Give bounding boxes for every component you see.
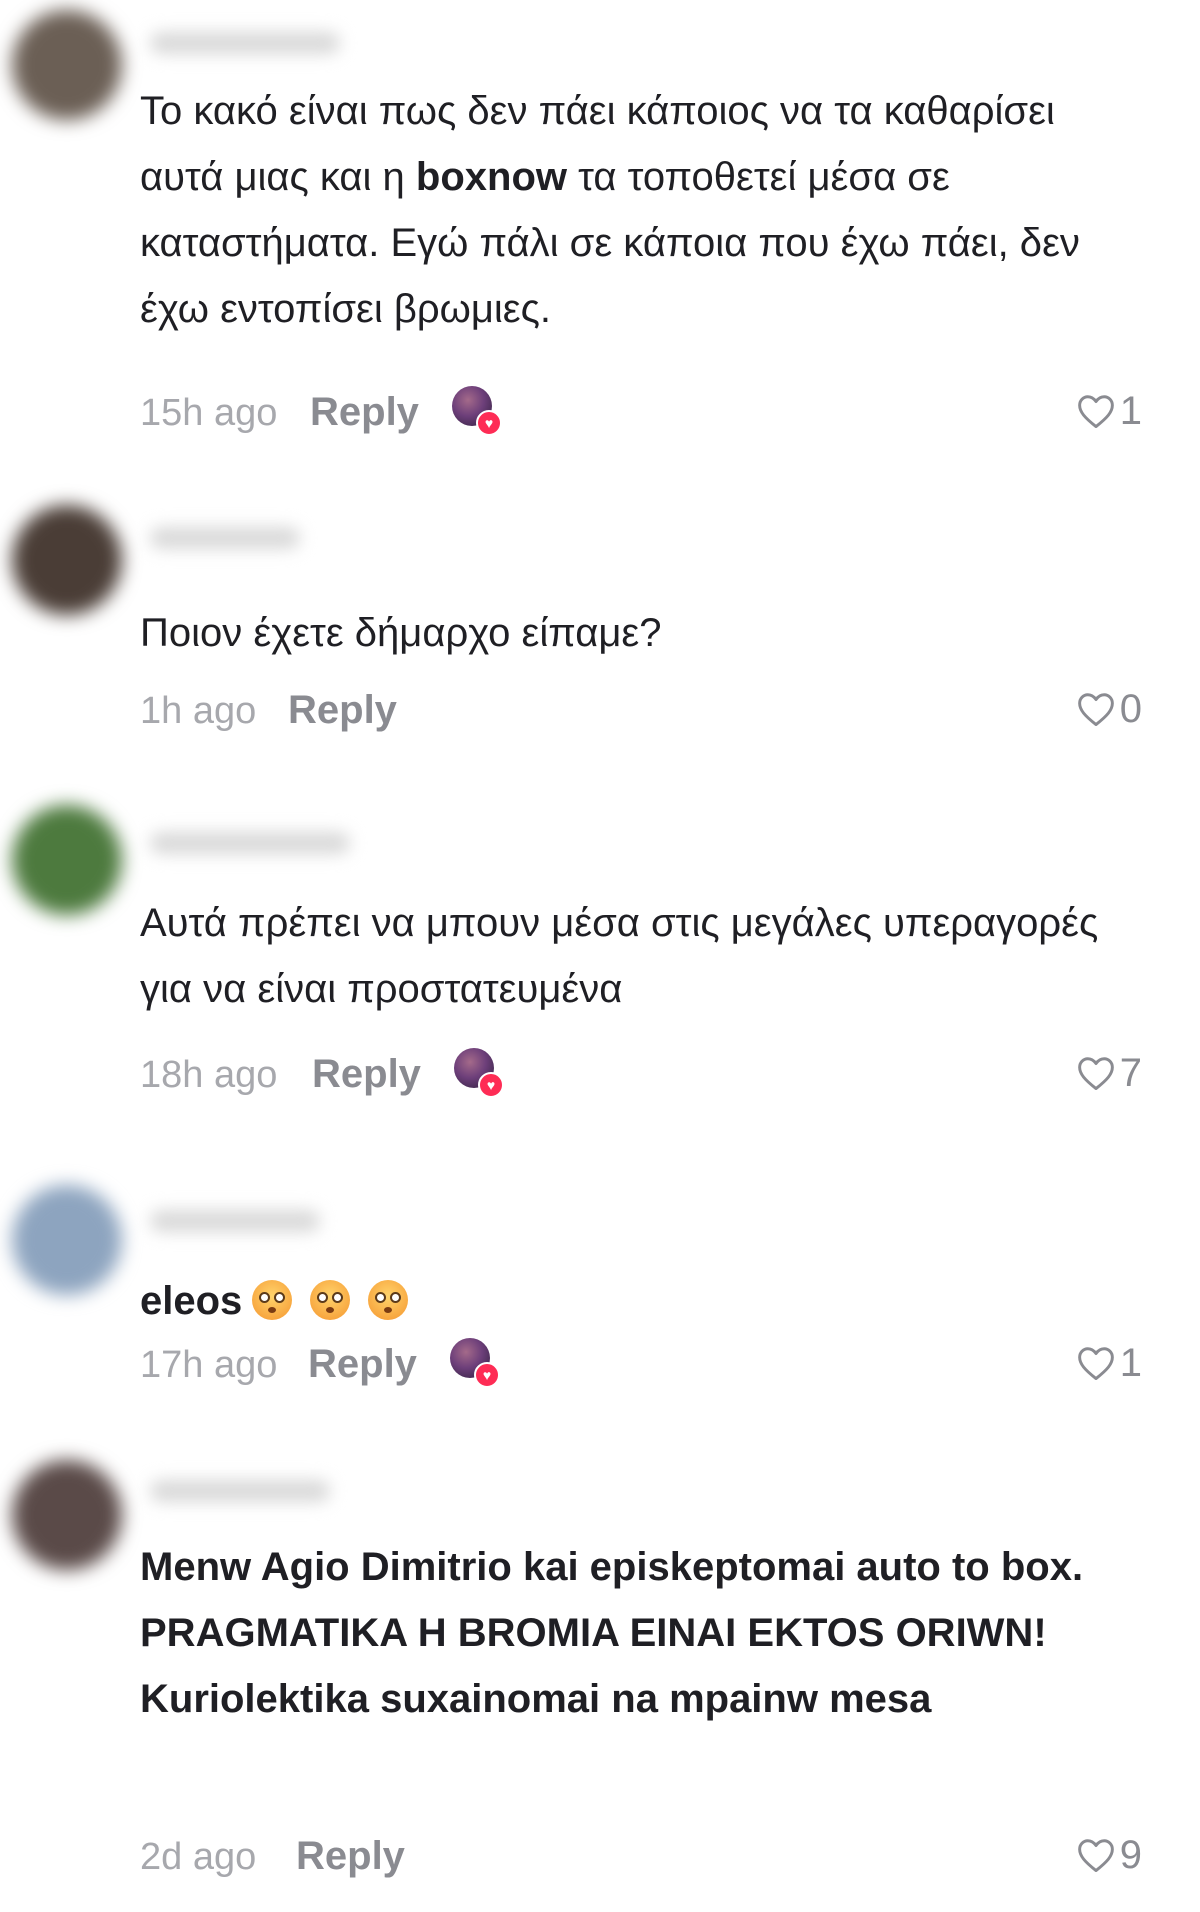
reply-button[interactable]: Reply <box>296 1834 405 1879</box>
like-button[interactable]: 1 <box>1076 386 1142 436</box>
flushed-face-icon <box>310 1280 351 1320</box>
comment-time: 1h ago <box>140 690 257 732</box>
like-button[interactable]: 9 <box>1076 1830 1142 1880</box>
like-count: 0 <box>1119 686 1142 731</box>
comment-meta: 2d ago Reply 9 <box>140 1830 1142 1886</box>
username-blurred[interactable] <box>150 832 350 854</box>
like-button[interactable]: 7 <box>1076 1048 1142 1098</box>
avatar[interactable] <box>12 805 122 915</box>
comment-time: 15h ago <box>140 392 278 434</box>
like-count: 9 <box>1119 1832 1142 1877</box>
avatar[interactable] <box>12 505 122 615</box>
comment-meta: 18h ago Reply ♥ 7 <box>140 1048 1142 1104</box>
comment-time: 17h ago <box>140 1344 278 1386</box>
heart-outline-icon <box>1077 395 1114 429</box>
comment-text-part: Menw Agio Dimitrio kai episkeptomai auto… <box>140 1545 1084 1721</box>
heart-outline-icon <box>1077 1839 1114 1873</box>
username-blurred[interactable] <box>150 1480 330 1502</box>
heart-outline-icon <box>1077 1057 1114 1091</box>
like-count: 1 <box>1119 388 1142 433</box>
heart-outline-icon <box>1077 693 1114 727</box>
username-blurred[interactable] <box>150 527 300 549</box>
like-count: 1 <box>1119 1340 1142 1385</box>
avatar[interactable] <box>12 10 122 120</box>
comment-text: Menw Agio Dimitrio kai episkeptomai auto… <box>140 1534 1130 1732</box>
comment-time: 2d ago <box>140 1836 257 1878</box>
comment-meta: 15h ago Reply ♥ 1 <box>140 386 1142 442</box>
comment-meta: 1h ago Reply 0 <box>140 684 1142 740</box>
flushed-face-icon <box>252 1280 293 1320</box>
like-count: 7 <box>1119 1050 1142 1095</box>
comment-time: 18h ago <box>140 1054 278 1096</box>
comment-text-part: Ποιον έχετε δήμαρχο είπαμε? <box>140 611 662 655</box>
username-blurred[interactable] <box>150 1210 320 1232</box>
creator-liked-badge: ♥ <box>450 1338 500 1388</box>
reply-button[interactable]: Reply <box>288 688 397 733</box>
comment-text-part: eleos <box>140 1279 243 1323</box>
comment-text-part: Αυτά πρέπει να μπουν μέσα στις μεγάλες υ… <box>140 901 1099 1011</box>
heart-icon: ♥ <box>476 410 502 436</box>
like-button[interactable]: 1 <box>1076 1338 1142 1388</box>
reply-button[interactable]: Reply <box>310 390 419 435</box>
heart-icon: ♥ <box>474 1362 500 1388</box>
avatar[interactable] <box>12 1185 122 1295</box>
comment-meta: 17h ago Reply ♥ 1 <box>140 1338 1142 1394</box>
heart-outline-icon <box>1077 1347 1114 1381</box>
creator-liked-badge: ♥ <box>454 1048 504 1098</box>
comment-text-mention: boxnow <box>415 155 568 199</box>
like-button[interactable]: 0 <box>1076 684 1142 734</box>
comment-text: Αυτά πρέπει να μπουν μέσα στις μεγάλες υ… <box>140 890 1130 1022</box>
comment-text: Ποιον έχετε δήμαρχο είπαμε? <box>140 600 1130 666</box>
heart-icon: ♥ <box>478 1072 504 1098</box>
avatar[interactable] <box>12 1460 122 1570</box>
creator-liked-badge: ♥ <box>452 386 502 436</box>
reply-button[interactable]: Reply <box>308 1342 417 1387</box>
comment-text: eleos <box>140 1268 1130 1334</box>
reply-button[interactable]: Reply <box>312 1052 421 1097</box>
flushed-face-icon <box>368 1280 409 1320</box>
username-blurred[interactable] <box>150 32 340 54</box>
comment-text: Το κακό είναι πως δεν πάει κάποιος να τα… <box>140 78 1130 342</box>
